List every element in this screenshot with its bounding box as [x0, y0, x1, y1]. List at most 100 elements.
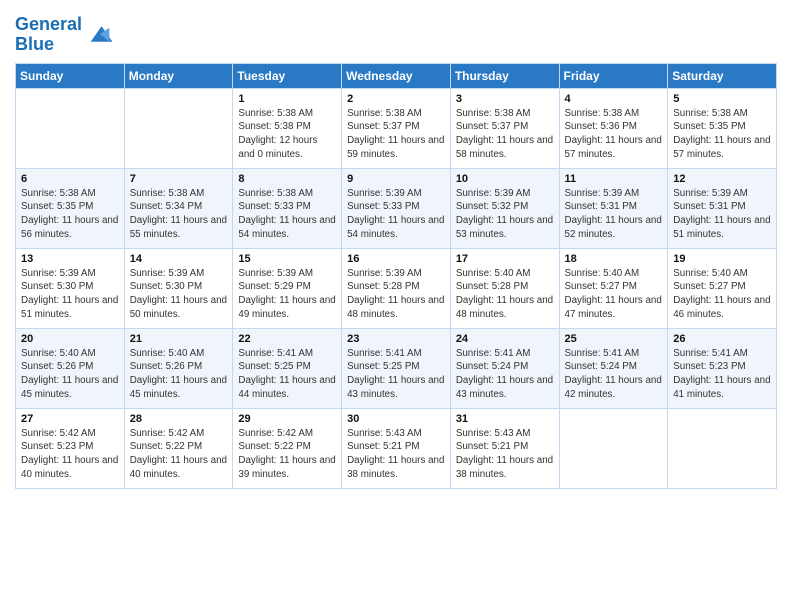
day-info: Sunrise: 5:38 AMSunset: 5:34 PMDaylight:…: [130, 187, 228, 242]
day-info: Sunrise: 5:39 AMSunset: 5:30 PMDaylight:…: [21, 267, 119, 322]
day-number: 27: [21, 413, 119, 425]
weekday-header-tuesday: Tuesday: [233, 63, 342, 88]
page: GeneralBlue SundayMondayTuesdayWednesday…: [0, 0, 792, 612]
calendar-cell: 20 Sunrise: 5:40 AMSunset: 5:26 PMDayligh…: [16, 328, 125, 408]
calendar-cell: 22 Sunrise: 5:41 AMSunset: 5:25 PMDayligh…: [233, 328, 342, 408]
weekday-header-friday: Friday: [559, 63, 668, 88]
calendar-cell: 10Sunrise: 5:39 AMSunset: 5:32 PMDayligh…: [450, 168, 559, 248]
calendar-cell: 16Sunrise: 5:39 AMSunset: 5:28 PMDayligh…: [342, 248, 451, 328]
day-number: 31: [456, 413, 554, 425]
day-number: 19: [673, 253, 771, 265]
logo: GeneralBlue: [15, 10, 114, 55]
calendar-cell: [668, 408, 777, 488]
day-number: 2: [347, 93, 445, 105]
calendar-cell: 3 Sunrise: 5:38 AMSunset: 5:37 PMDaylight…: [450, 88, 559, 168]
week-row-1: 1Sunrise: 5:38 AMSunset: 5:38 PMDaylight…: [16, 88, 777, 168]
day-number: 20: [21, 333, 119, 345]
calendar-cell: 30 Sunrise: 5:43 AMSunset: 5:21 PMDayligh…: [342, 408, 451, 488]
calendar-cell: 25 Sunrise: 5:41 AMSunset: 5:24 PMDayligh…: [559, 328, 668, 408]
week-row-4: 20 Sunrise: 5:40 AMSunset: 5:26 PMDayligh…: [16, 328, 777, 408]
day-info: Sunrise: 5:41 AMSunset: 5:23 PMDaylight:…: [673, 347, 771, 402]
day-number: 29: [238, 413, 336, 425]
calendar-cell: 8 Sunrise: 5:38 AMSunset: 5:33 PMDaylight…: [233, 168, 342, 248]
day-number: 8: [238, 173, 336, 185]
day-info: Sunrise: 5:42 AMSunset: 5:22 PMDaylight:…: [238, 427, 336, 482]
weekday-header-monday: Monday: [124, 63, 233, 88]
weekday-header-row: SundayMondayTuesdayWednesdayThursdayFrid…: [16, 63, 777, 88]
header: GeneralBlue: [15, 10, 777, 55]
day-info: Sunrise: 5:38 AMSunset: 5:35 PMDaylight:…: [673, 107, 771, 162]
day-info: Sunrise: 5:38 AMSunset: 5:37 PMDaylight:…: [456, 107, 554, 162]
calendar-cell: [124, 88, 233, 168]
day-info: Sunrise: 5:40 AMSunset: 5:27 PMDaylight:…: [673, 267, 771, 322]
day-info: Sunrise: 5:43 AMSunset: 5:21 PMDaylight:…: [347, 427, 445, 482]
day-number: 12: [673, 173, 771, 185]
week-row-3: 13Sunrise: 5:39 AMSunset: 5:30 PMDayligh…: [16, 248, 777, 328]
day-number: 18: [565, 253, 663, 265]
calendar-cell: 27 Sunrise: 5:42 AMSunset: 5:23 PMDayligh…: [16, 408, 125, 488]
calendar-cell: [16, 88, 125, 168]
day-info: Sunrise: 5:42 AMSunset: 5:23 PMDaylight:…: [21, 427, 119, 482]
day-number: 30: [347, 413, 445, 425]
day-number: 5: [673, 93, 771, 105]
calendar-cell: 18 Sunrise: 5:40 AMSunset: 5:27 PMDayligh…: [559, 248, 668, 328]
day-info: Sunrise: 5:38 AMSunset: 5:37 PMDaylight:…: [347, 107, 445, 162]
logo-icon: [86, 20, 114, 48]
day-number: 26: [673, 333, 771, 345]
calendar-cell: 29 Sunrise: 5:42 AMSunset: 5:22 PMDayligh…: [233, 408, 342, 488]
day-info: Sunrise: 5:40 AMSunset: 5:26 PMDaylight:…: [130, 347, 228, 402]
day-number: 23: [347, 333, 445, 345]
calendar-cell: 14 Sunrise: 5:39 AMSunset: 5:30 PMDayligh…: [124, 248, 233, 328]
calendar-cell: 17 Sunrise: 5:40 AMSunset: 5:28 PMDayligh…: [450, 248, 559, 328]
day-info: Sunrise: 5:39 AMSunset: 5:31 PMDaylight:…: [565, 187, 663, 242]
day-number: 9: [347, 173, 445, 185]
day-info: Sunrise: 5:41 AMSunset: 5:24 PMDaylight:…: [456, 347, 554, 402]
day-info: Sunrise: 5:39 AMSunset: 5:32 PMDaylight:…: [456, 187, 554, 242]
day-number: 7: [130, 173, 228, 185]
day-number: 15: [238, 253, 336, 265]
day-number: 22: [238, 333, 336, 345]
calendar-cell: 26 Sunrise: 5:41 AMSunset: 5:23 PMDayligh…: [668, 328, 777, 408]
day-number: 6: [21, 173, 119, 185]
calendar-cell: 11 Sunrise: 5:39 AMSunset: 5:31 PMDayligh…: [559, 168, 668, 248]
day-number: 14: [130, 253, 228, 265]
calendar-cell: 19 Sunrise: 5:40 AMSunset: 5:27 PMDayligh…: [668, 248, 777, 328]
calendar-cell: 23 Sunrise: 5:41 AMSunset: 5:25 PMDayligh…: [342, 328, 451, 408]
day-number: 28: [130, 413, 228, 425]
calendar-cell: 1Sunrise: 5:38 AMSunset: 5:38 PMDaylight…: [233, 88, 342, 168]
day-info: Sunrise: 5:41 AMSunset: 5:25 PMDaylight:…: [238, 347, 336, 402]
day-info: Sunrise: 5:38 AMSunset: 5:33 PMDaylight:…: [238, 187, 336, 242]
day-info: Sunrise: 5:40 AMSunset: 5:28 PMDaylight:…: [456, 267, 554, 322]
weekday-header-saturday: Saturday: [668, 63, 777, 88]
day-number: 11: [565, 173, 663, 185]
day-info: Sunrise: 5:39 AMSunset: 5:28 PMDaylight:…: [347, 267, 445, 322]
day-info: Sunrise: 5:38 AMSunset: 5:38 PMDaylight:…: [238, 107, 336, 162]
calendar-table: SundayMondayTuesdayWednesdayThursdayFrid…: [15, 63, 777, 489]
calendar-cell: 21 Sunrise: 5:40 AMSunset: 5:26 PMDayligh…: [124, 328, 233, 408]
calendar-cell: 28 Sunrise: 5:42 AMSunset: 5:22 PMDayligh…: [124, 408, 233, 488]
calendar-cell: [559, 408, 668, 488]
day-number: 21: [130, 333, 228, 345]
day-info: Sunrise: 5:41 AMSunset: 5:24 PMDaylight:…: [565, 347, 663, 402]
day-info: Sunrise: 5:41 AMSunset: 5:25 PMDaylight:…: [347, 347, 445, 402]
day-number: 3: [456, 93, 554, 105]
logo-text: GeneralBlue: [15, 15, 82, 55]
day-info: Sunrise: 5:40 AMSunset: 5:26 PMDaylight:…: [21, 347, 119, 402]
day-info: Sunrise: 5:40 AMSunset: 5:27 PMDaylight:…: [565, 267, 663, 322]
calendar-cell: 5 Sunrise: 5:38 AMSunset: 5:35 PMDaylight…: [668, 88, 777, 168]
day-info: Sunrise: 5:42 AMSunset: 5:22 PMDaylight:…: [130, 427, 228, 482]
week-row-2: 6Sunrise: 5:38 AMSunset: 5:35 PMDaylight…: [16, 168, 777, 248]
day-info: Sunrise: 5:39 AMSunset: 5:33 PMDaylight:…: [347, 187, 445, 242]
calendar-cell: 9 Sunrise: 5:39 AMSunset: 5:33 PMDaylight…: [342, 168, 451, 248]
day-number: 24: [456, 333, 554, 345]
calendar-cell: 24 Sunrise: 5:41 AMSunset: 5:24 PMDayligh…: [450, 328, 559, 408]
weekday-header-wednesday: Wednesday: [342, 63, 451, 88]
day-number: 17: [456, 253, 554, 265]
day-info: Sunrise: 5:39 AMSunset: 5:30 PMDaylight:…: [130, 267, 228, 322]
calendar-cell: 7 Sunrise: 5:38 AMSunset: 5:34 PMDaylight…: [124, 168, 233, 248]
day-info: Sunrise: 5:39 AMSunset: 5:31 PMDaylight:…: [673, 187, 771, 242]
week-row-5: 27 Sunrise: 5:42 AMSunset: 5:23 PMDayligh…: [16, 408, 777, 488]
day-info: Sunrise: 5:38 AMSunset: 5:36 PMDaylight:…: [565, 107, 663, 162]
calendar-cell: 15Sunrise: 5:39 AMSunset: 5:29 PMDayligh…: [233, 248, 342, 328]
day-number: 25: [565, 333, 663, 345]
